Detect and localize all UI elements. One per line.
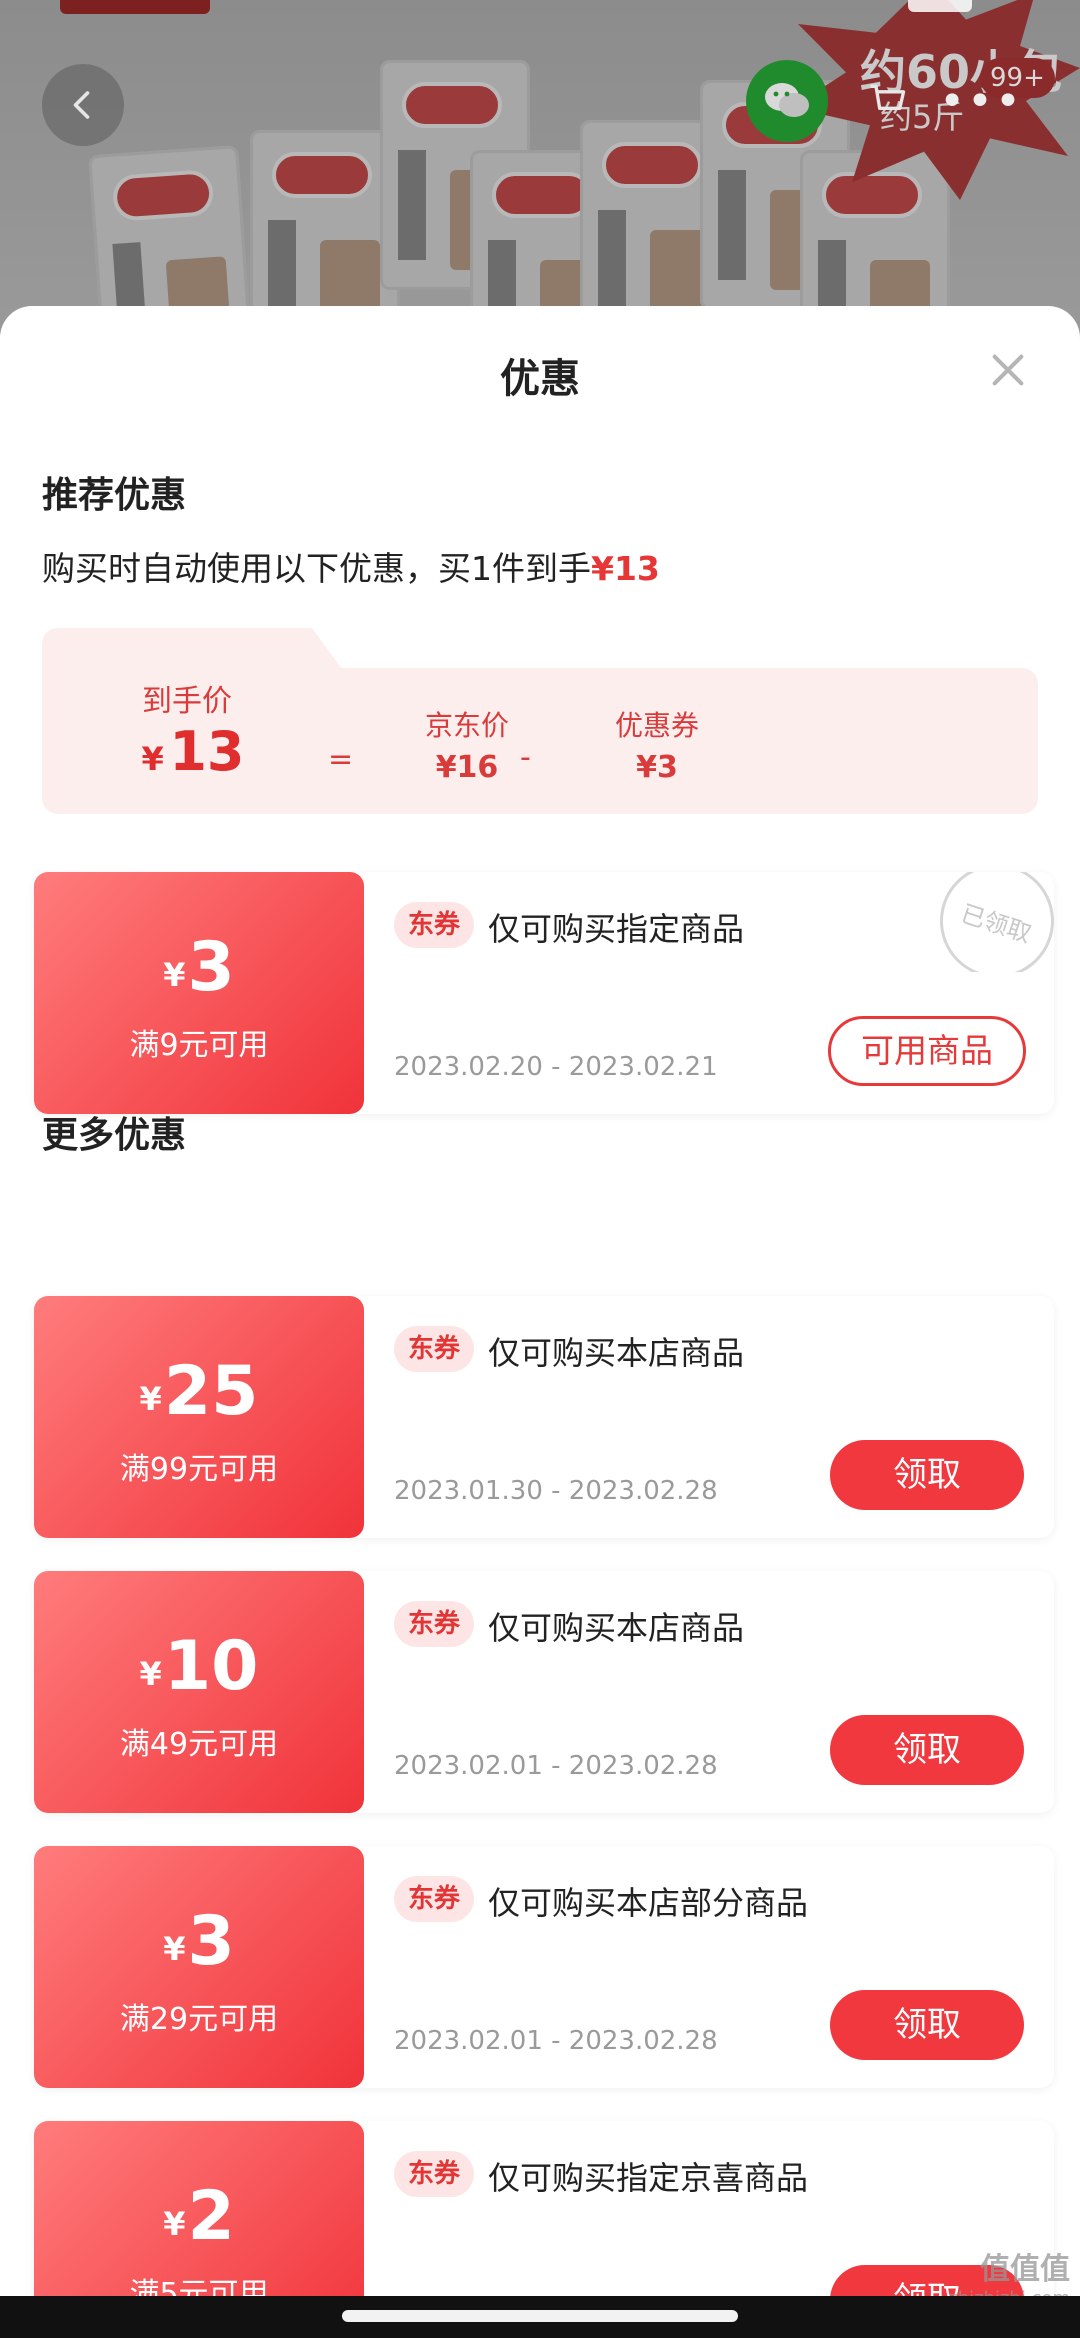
- coupon-amount-number: 2: [187, 2177, 235, 2256]
- coupon-validity: 2023.02.01 - 2023.02.28: [394, 2026, 718, 2056]
- coupon-card: ¥10 满49元可用 东券 仅可购买本店商品 2023.02.01 - 2023…: [34, 1571, 1054, 1813]
- wechat-share-button[interactable]: [746, 60, 828, 142]
- coupon-card: ¥3 满29元可用 东券 仅可购买本店部分商品 2023.02.01 - 202…: [34, 1846, 1054, 2088]
- recommended-title: 推荐优惠: [42, 475, 187, 516]
- watermark-main: 值值值: [980, 2252, 1070, 2287]
- coupon-card: ¥25 满99元可用 东券 仅可购买本店商品 2023.01.30 - 2023…: [34, 1296, 1054, 1538]
- chevron-left-icon: [73, 91, 90, 119]
- final-price-label: 到手价: [142, 684, 232, 719]
- recommended-final-price: ¥13: [591, 549, 660, 588]
- claim-button[interactable]: 领取: [830, 1990, 1024, 2060]
- coupon-amount: ¥3: [34, 928, 364, 1007]
- more-dots-icon: •••: [939, 75, 1023, 127]
- wechat-icon: [765, 83, 809, 117]
- coupon-condition: 满29元可用: [119, 2002, 279, 2037]
- coupon-description: 仅可购买本店商品: [488, 1609, 745, 1647]
- claim-button[interactable]: 领取: [830, 1715, 1024, 1785]
- coupon-condition: 满99元可用: [119, 1452, 279, 1487]
- coupon-amount: ¥10: [34, 1627, 364, 1706]
- coupon-description: 仅可购买指定商品: [488, 910, 745, 948]
- more-coupons-title: 更多优惠: [42, 1115, 187, 1156]
- cart-icon: [870, 84, 906, 110]
- coupon-amount-panel: ¥3 满29元可用: [34, 1846, 364, 2088]
- final-price-currency: ¥: [141, 740, 164, 778]
- claim-button[interactable]: 领取: [830, 1440, 1024, 1510]
- coupon-validity: 2023.02.01 - 2023.02.28: [394, 1751, 718, 1781]
- close-button[interactable]: [988, 350, 1028, 390]
- coupon-tag: 东券: [394, 1326, 475, 1372]
- jd-price-label: 京东价: [424, 709, 509, 742]
- final-price-value: ¥ 13: [118, 720, 268, 783]
- minus-sign: -: [520, 740, 531, 775]
- coupon-value: ¥3: [636, 750, 678, 785]
- back-button[interactable]: [42, 64, 124, 146]
- coupon-amount-number: 10: [163, 1627, 259, 1706]
- recommended-description-text: 购买时自动使用以下优惠，买1件到手: [42, 549, 591, 588]
- coupon-tag: 东券: [394, 902, 475, 948]
- coupon-validity: 2023.01.30 - 2023.02.28: [394, 1476, 718, 1506]
- cart-button[interactable]: [846, 60, 928, 142]
- product-image: 约60小包 约5斤: [0, 0, 1080, 340]
- coupon-amount-number: 25: [163, 1352, 259, 1431]
- coupon-currency: ¥: [163, 956, 186, 994]
- coupon-tag: 东券: [394, 1601, 475, 1647]
- coupon-amount-panel: ¥10 满49元可用: [34, 1571, 364, 1813]
- more-button[interactable]: •••: [939, 60, 1023, 142]
- coupon-amount: ¥2: [34, 2177, 364, 2256]
- status-bar: [0, 0, 1080, 20]
- coupon-description: 仅可购买本店商品: [488, 1334, 745, 1372]
- claimed-stamp-text: 已领取: [934, 872, 1054, 972]
- final-price-number: 13: [169, 720, 245, 783]
- available-products-button[interactable]: 可用商品: [828, 1016, 1026, 1086]
- coupon-currency: ¥: [163, 1930, 186, 1968]
- claimed-stamp: 已领取: [934, 872, 1054, 972]
- brand-logo: [60, 0, 210, 14]
- system-navigation-bar: [0, 2296, 1080, 2338]
- battery-icon: [908, 0, 972, 12]
- close-icon: [992, 354, 1024, 386]
- coupon-description: 仅可购买本店部分商品: [488, 1884, 809, 1922]
- home-indicator[interactable]: [342, 2310, 738, 2322]
- coupon-amount-number: 3: [187, 928, 235, 1007]
- sheet-title: 优惠: [500, 356, 580, 402]
- coupon-amount-number: 3: [187, 1902, 235, 1981]
- coupon-tag: 东券: [394, 2151, 475, 2197]
- coupon-currency: ¥: [163, 2205, 186, 2243]
- coupon-currency: ¥: [139, 1655, 162, 1693]
- coupon-sheet: 优惠 推荐优惠 购买时自动使用以下优惠，买1件到手¥13 到手价 ¥ 13 = …: [0, 306, 1080, 2338]
- coupon-tag: 东券: [394, 1876, 475, 1922]
- coupon-amount: ¥25: [34, 1352, 364, 1431]
- coupon-description: 仅可购买指定京喜商品: [488, 2159, 809, 2197]
- coupon-amount-panel: ¥3 满9元可用: [34, 872, 364, 1114]
- coupon-validity: 2023.02.20 - 2023.02.21: [394, 1052, 718, 1082]
- coupon-amount-panel: ¥25 满99元可用: [34, 1296, 364, 1538]
- coupon-label: 优惠券: [614, 709, 699, 742]
- coupon-amount: ¥3: [34, 1902, 364, 1981]
- equals-sign: =: [328, 742, 354, 777]
- recommended-description: 购买时自动使用以下优惠，买1件到手¥13: [42, 542, 660, 590]
- coupon-condition: 满49元可用: [119, 1727, 279, 1762]
- price-breakdown: 到手价 ¥ 13 = 京东价 ¥16 - 优惠券 ¥3: [42, 668, 1038, 814]
- coupon-condition: 满9元可用: [129, 1028, 269, 1063]
- recommended-coupon: ¥3 满9元可用 东券 仅可购买指定商品 2023.02.20 - 2023.0…: [34, 872, 1054, 1114]
- coupon-currency: ¥: [139, 1380, 162, 1418]
